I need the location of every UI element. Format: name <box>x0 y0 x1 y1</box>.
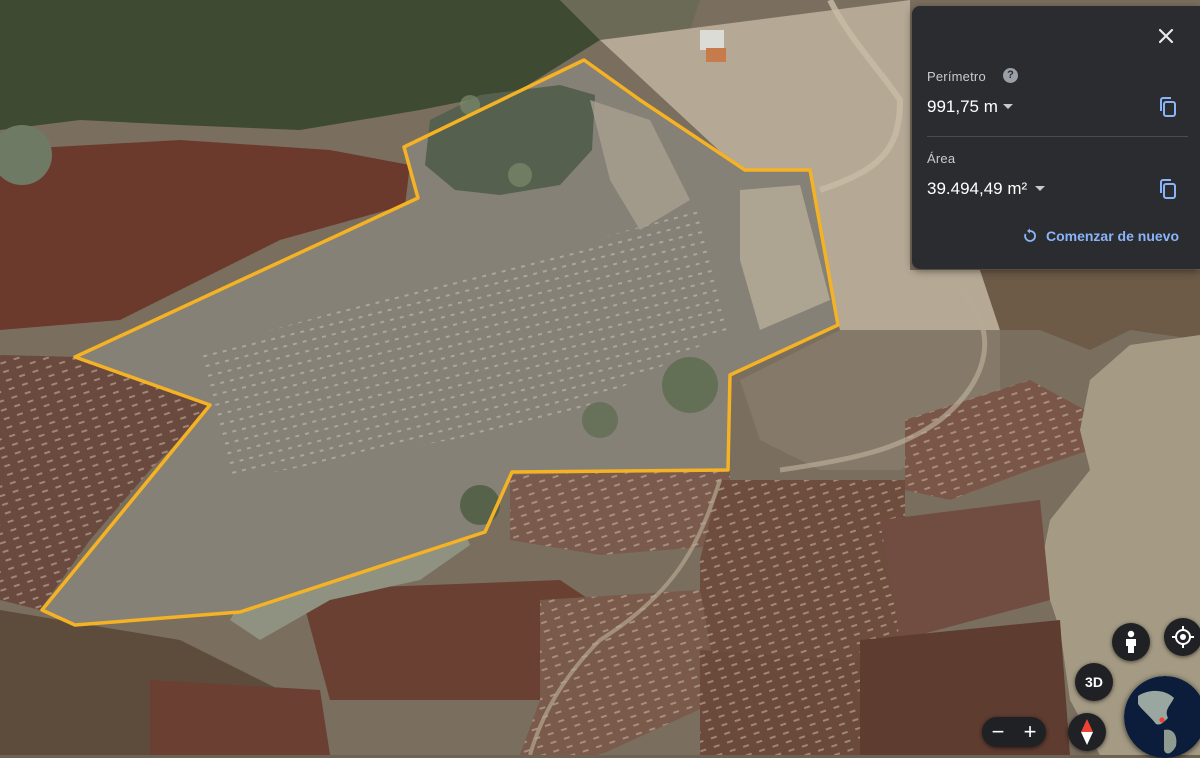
divider <box>927 136 1188 137</box>
help-icon[interactable]: ? <box>1003 68 1018 83</box>
my-location-icon <box>1172 626 1194 648</box>
restart-icon <box>1024 228 1036 242</box>
close-icon[interactable] <box>1154 24 1178 48</box>
my-location-button[interactable] <box>1164 618 1200 656</box>
zoom-control: − + <box>982 717 1046 747</box>
zoom-out-button[interactable]: − <box>985 721 1011 743</box>
measurement-panel: Perímetro ? 991,75 m Área 39.494,49 m² C… <box>912 6 1200 269</box>
compass-button[interactable] <box>1068 713 1106 751</box>
perimeter-label: Perímetro <box>927 69 986 84</box>
pegman-button[interactable] <box>1112 623 1150 661</box>
pegman-icon <box>1126 630 1136 653</box>
zoom-in-button[interactable]: + <box>1017 721 1043 743</box>
compass-icon <box>1081 719 1093 745</box>
restart-button[interactable]: Comenzar de nuevo <box>1022 228 1179 244</box>
restart-label: Comenzar de nuevo <box>1045 228 1179 244</box>
globe-icon <box>1124 676 1200 758</box>
copy-icon <box>1160 179 1176 199</box>
toggle-3d-button[interactable]: 3D <box>1075 663 1113 701</box>
area-unit-dropdown[interactable] <box>1035 186 1045 191</box>
globe-button[interactable] <box>1124 676 1200 758</box>
copy-area-button[interactable] <box>1156 177 1180 201</box>
copy-perimeter-button[interactable] <box>1156 95 1180 119</box>
copy-icon <box>1160 97 1176 117</box>
perimeter-value: 991,75 m <box>927 97 998 116</box>
area-label: Área <box>927 151 956 166</box>
area-value: 39.494,49 m² <box>927 179 1028 198</box>
perimeter-unit-dropdown[interactable] <box>1003 104 1013 109</box>
